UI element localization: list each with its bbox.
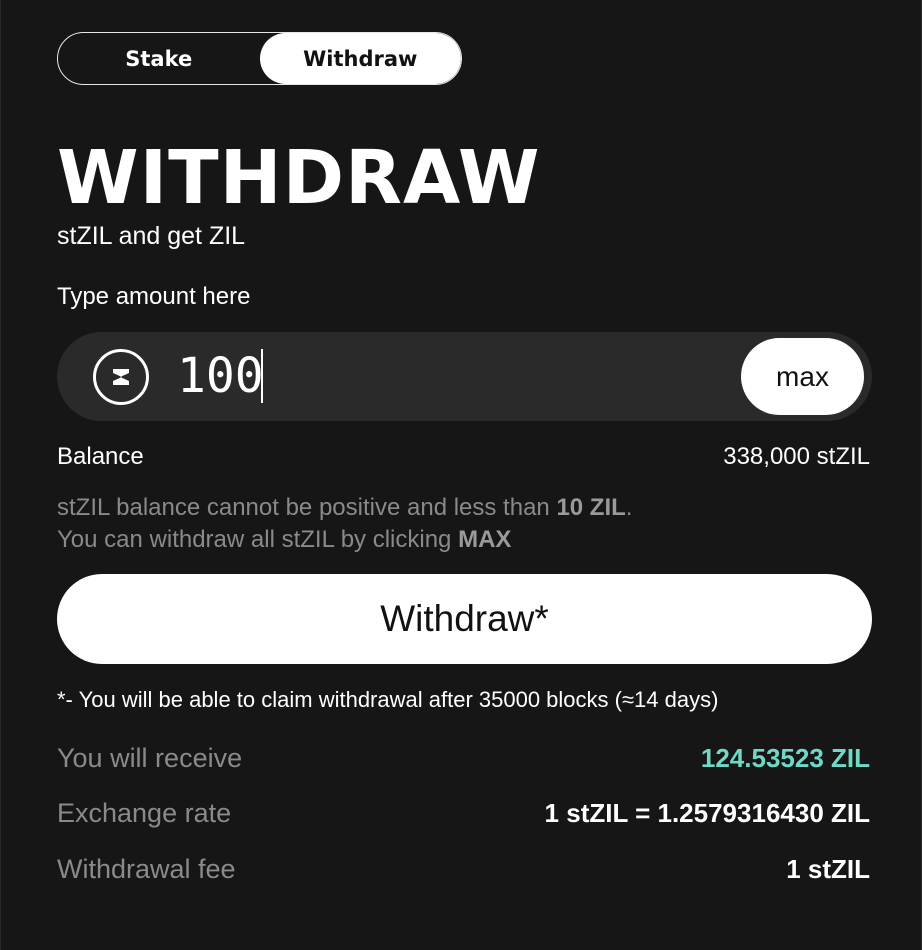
warning-text-end: .: [625, 494, 633, 521]
warning-text: You can withdraw all stZIL by clicking: [57, 526, 459, 553]
tab-stake[interactable]: Stake: [58, 33, 260, 84]
max-button[interactable]: max: [741, 338, 864, 415]
stake-withdraw-toggle: Stake Withdraw: [57, 32, 462, 85]
warning-line-2: You can withdraw all stZIL by clicking M…: [57, 526, 511, 554]
amount-field: max: [57, 332, 872, 421]
page-title: WITHDRAW: [57, 135, 541, 221]
withdraw-button[interactable]: Withdraw*: [57, 574, 872, 664]
balance-label: Balance: [57, 443, 144, 470]
warning-text: stZIL balance cannot be positive and les…: [57, 494, 557, 521]
amount-input[interactable]: [177, 344, 717, 408]
balance-value: 338,000 stZIL: [723, 443, 870, 470]
withdraw-panel: Stake Withdraw WITHDRAW stZIL and get ZI…: [0, 0, 922, 950]
warning-line-1: stZIL balance cannot be positive and les…: [57, 494, 632, 522]
text-cursor: [261, 349, 263, 403]
receive-label: You will receive: [57, 743, 243, 773]
zilliqa-logo-icon: [93, 349, 149, 405]
receive-value: 124.53523 ZIL: [700, 743, 870, 773]
page-subtitle: stZIL and get ZIL: [57, 222, 246, 250]
tab-withdraw[interactable]: Withdraw: [259, 33, 461, 84]
exchange-rate-label: Exchange rate: [57, 798, 232, 828]
withdrawal-fee-label: Withdrawal fee: [57, 854, 236, 884]
warning-min-amount: 10 ZIL: [556, 494, 626, 521]
exchange-rate-value: 1 stZIL = 1.2579316430 ZIL: [544, 798, 870, 828]
withdrawal-fee-value: 1 stZIL: [786, 854, 870, 884]
amount-label: Type amount here: [57, 283, 251, 310]
warning-max-keyword: MAX: [458, 526, 512, 553]
withdrawal-footnote: *- You will be able to claim withdrawal …: [57, 687, 719, 712]
